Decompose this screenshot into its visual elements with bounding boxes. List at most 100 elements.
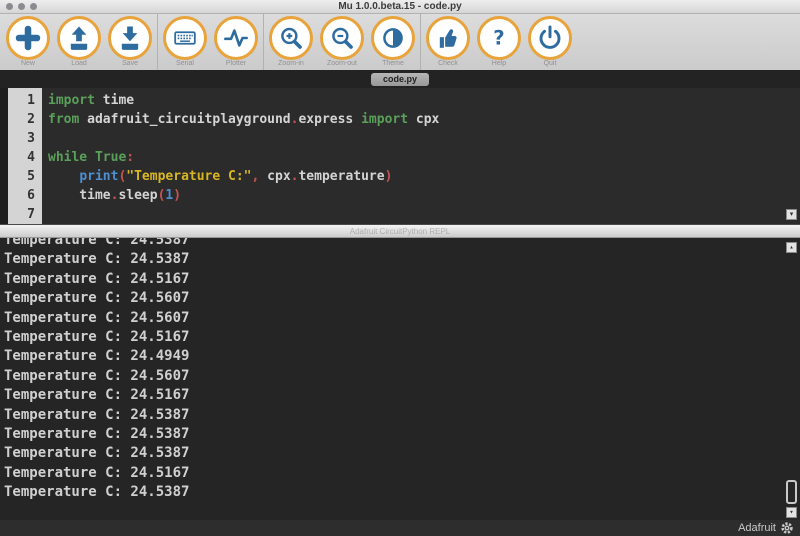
zoom-button[interactable] bbox=[30, 3, 37, 10]
quit-item: Quit bbox=[528, 16, 572, 68]
check-item: Check bbox=[426, 16, 470, 68]
line-number: 6 bbox=[8, 186, 35, 205]
contrast-icon bbox=[375, 20, 411, 56]
tab-bar: code.py bbox=[0, 70, 800, 88]
thumbs-up-icon bbox=[430, 20, 466, 56]
console-line: Temperature C: 24.5607 bbox=[4, 289, 800, 308]
svg-text:?: ? bbox=[493, 27, 504, 50]
console-line: Temperature C: 24.5387 bbox=[4, 483, 800, 502]
zoom-in-label: Zoom-in bbox=[278, 60, 304, 68]
zoom-out-label: Zoom-out bbox=[327, 60, 357, 68]
theme-item: Theme bbox=[371, 16, 415, 68]
console-line: Temperature C: 24.5607 bbox=[4, 309, 800, 328]
line-number: 5 bbox=[8, 167, 35, 186]
console-scroll-up-button[interactable]: ▴ bbox=[786, 242, 797, 253]
new-item: New bbox=[6, 16, 50, 68]
theme-label: Theme bbox=[382, 60, 404, 68]
help-item: ? Help bbox=[477, 16, 521, 68]
plotter-label: Plotter bbox=[226, 60, 246, 68]
title-bar: Mu 1.0.0.beta.15 - code.py bbox=[0, 0, 800, 14]
gear-icon[interactable] bbox=[780, 521, 794, 535]
traffic-lights bbox=[6, 3, 37, 10]
line-number: 1 bbox=[8, 91, 35, 110]
console-line: Temperature C: 24.5387 bbox=[4, 425, 800, 444]
plotter-item: Plotter bbox=[214, 16, 258, 68]
line-number: 7 bbox=[8, 205, 35, 224]
help-button[interactable]: ? bbox=[477, 16, 521, 60]
console-output: Temperature C: 24.5387Temperature C: 24.… bbox=[4, 238, 800, 503]
toolbar: New Load Save Serial Plotter Zoom-in Zoom-out T… bbox=[0, 14, 800, 70]
code-line: while True: bbox=[48, 148, 800, 167]
code-area[interactable]: import timefrom adafruit_circuitplaygrou… bbox=[42, 88, 800, 224]
pane-splitter[interactable]: Adafruit CircuitPython REPL bbox=[0, 224, 800, 238]
console-line: Temperature C: 24.5167 bbox=[4, 328, 800, 347]
line-number: 4 bbox=[8, 148, 35, 167]
serial-label: Serial bbox=[176, 60, 194, 68]
console-line: Temperature C: 24.5607 bbox=[4, 367, 800, 386]
serial-console[interactable]: Temperature C: 24.5387Temperature C: 24.… bbox=[0, 238, 800, 520]
console-line: Temperature C: 24.5387 bbox=[4, 406, 800, 425]
power-icon bbox=[532, 20, 568, 56]
zoom-out-button[interactable] bbox=[320, 16, 364, 60]
toolbar-group: Serial Plotter bbox=[157, 14, 263, 70]
code-line: import time bbox=[48, 91, 800, 110]
quit-label: Quit bbox=[544, 60, 557, 68]
theme-button[interactable] bbox=[371, 16, 415, 60]
line-number: 2 bbox=[8, 110, 35, 129]
line-number-gutter: 1234567 bbox=[8, 88, 42, 224]
code-line: from adafruit_circuitplayground.express … bbox=[48, 110, 800, 129]
serial-button[interactable] bbox=[163, 16, 207, 60]
new-button[interactable] bbox=[6, 16, 50, 60]
console-scroll-down-button[interactable]: ▾ bbox=[786, 507, 797, 518]
console-line: Temperature C: 24.4949 bbox=[4, 347, 800, 366]
console-line: Temperature C: 24.5167 bbox=[4, 386, 800, 405]
minimize-button[interactable] bbox=[18, 3, 25, 10]
code-line: time.sleep(1) bbox=[48, 186, 800, 205]
code-editor[interactable]: 1234567 import timefrom adafruit_circuit… bbox=[0, 88, 800, 224]
load-item: Load bbox=[57, 16, 101, 68]
magnifier-minus-icon bbox=[324, 20, 360, 56]
plus-icon bbox=[10, 20, 46, 56]
marker-margin bbox=[0, 88, 8, 224]
save-label: Save bbox=[122, 60, 138, 68]
serial-item: Serial bbox=[163, 16, 207, 68]
status-bar: Adafruit bbox=[0, 520, 800, 536]
code-line bbox=[48, 205, 800, 224]
check-label: Check bbox=[438, 60, 458, 68]
new-label: New bbox=[21, 60, 35, 68]
keyboard-icon bbox=[167, 20, 203, 56]
help-label: Help bbox=[492, 60, 506, 68]
save-item: Save bbox=[108, 16, 152, 68]
console-line: Temperature C: 24.5387 bbox=[4, 444, 800, 463]
toolbar-group: New Load Save bbox=[1, 14, 157, 70]
question-icon: ? bbox=[481, 20, 517, 56]
toolbar-group: Check? Help Quit bbox=[420, 14, 577, 70]
mu-editor-window: Mu 1.0.0.beta.15 - code.py New Load Save Se… bbox=[0, 0, 800, 536]
console-line: Temperature C: 24.5167 bbox=[4, 464, 800, 483]
load-label: Load bbox=[71, 60, 87, 68]
zoom-in-item: Zoom-in bbox=[269, 16, 313, 68]
zoom-out-item: Zoom-out bbox=[320, 16, 364, 68]
code-line bbox=[48, 129, 800, 148]
load-button[interactable] bbox=[57, 16, 101, 60]
save-button[interactable] bbox=[108, 16, 152, 60]
console-line: Temperature C: 24.5167 bbox=[4, 270, 800, 289]
tab-code-py[interactable]: code.py bbox=[371, 73, 429, 86]
mode-label[interactable]: Adafruit bbox=[738, 522, 776, 534]
magnifier-plus-icon bbox=[273, 20, 309, 56]
editor-scroll-down-button[interactable]: ▾ bbox=[786, 209, 797, 220]
zoom-in-button[interactable] bbox=[269, 16, 313, 60]
close-button[interactable] bbox=[6, 3, 13, 10]
pulse-icon bbox=[218, 20, 254, 56]
check-button[interactable] bbox=[426, 16, 470, 60]
code-line: print("Temperature C:", cpx.temperature) bbox=[48, 167, 800, 186]
quit-button[interactable] bbox=[528, 16, 572, 60]
toolbar-group: Zoom-in Zoom-out Theme bbox=[263, 14, 420, 70]
upload-icon bbox=[61, 20, 97, 56]
splitter-label: Adafruit CircuitPython REPL bbox=[350, 227, 451, 236]
console-line: Temperature C: 24.5387 bbox=[4, 238, 800, 250]
download-icon bbox=[112, 20, 148, 56]
plotter-button[interactable] bbox=[214, 16, 258, 60]
console-line: Temperature C: 24.5387 bbox=[4, 250, 800, 269]
console-scrollbar-thumb[interactable] bbox=[786, 480, 797, 504]
